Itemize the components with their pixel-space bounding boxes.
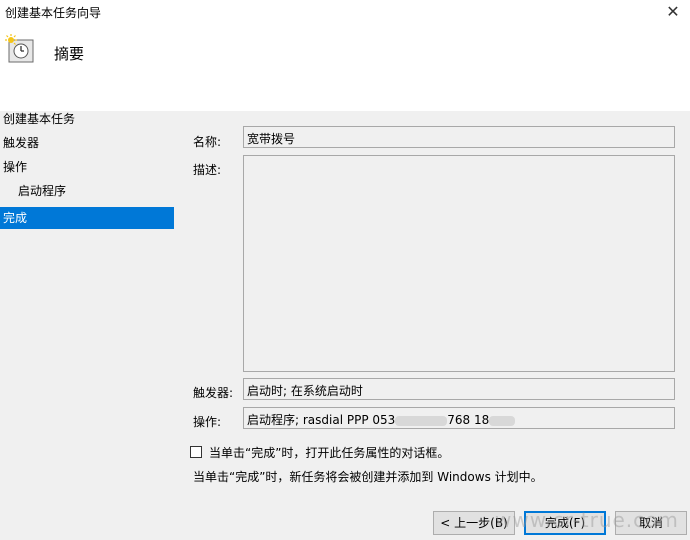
action-value-mid: 768 18 [447,413,490,427]
window-title: 创建基本任务向导 [5,6,102,20]
redacted-block [395,415,448,426]
close-button[interactable]: ✕ [662,2,684,22]
task-clock-icon [5,34,34,63]
redacted-block [489,415,516,426]
trigger-field[interactable]: 启动时; 在系统启动时 [243,378,675,400]
step-trigger[interactable]: 触发器 [0,132,174,154]
page-title: 摘要 [54,45,85,63]
title-bar: 创建基本任务向导 ✕ [0,0,690,26]
trigger-label: 触发器: [193,386,234,400]
step-start-program[interactable]: 启动程序 [0,180,174,202]
info-text: 当单击“完成”时，新任务将会被创建并添加到 Windows 计划中。 [193,470,543,484]
back-button[interactable]: < 上一步(B) [433,511,515,535]
action-value-prefix: 启动程序; rasdial PPP 053 [247,413,396,427]
wizard-header: 摘要 [0,26,690,111]
wizard-body: 创建基本任务 触发器 操作 启动程序 完成 名称: 宽带拨号 描述: 触发器: … [0,111,690,540]
step-action[interactable]: 操作 [0,156,174,178]
open-properties-checkbox[interactable] [190,446,202,458]
cancel-button[interactable]: 取消 [615,511,687,535]
description-label: 描述: [193,163,222,177]
name-field[interactable]: 宽带拨号 [243,126,675,148]
finish-button[interactable]: 完成(F) [524,511,606,535]
step-finish[interactable]: 完成 [0,207,174,229]
step-create-basic-task[interactable]: 创建基本任务 [0,108,174,130]
name-label: 名称: [193,135,222,149]
action-label: 操作: [193,415,222,429]
description-field[interactable] [243,155,675,372]
action-field[interactable]: 启动程序; rasdial PPP 053 768 18 [243,407,675,429]
open-properties-label[interactable]: 当单击“完成”时，打开此任务属性的对话框。 [209,444,449,461]
